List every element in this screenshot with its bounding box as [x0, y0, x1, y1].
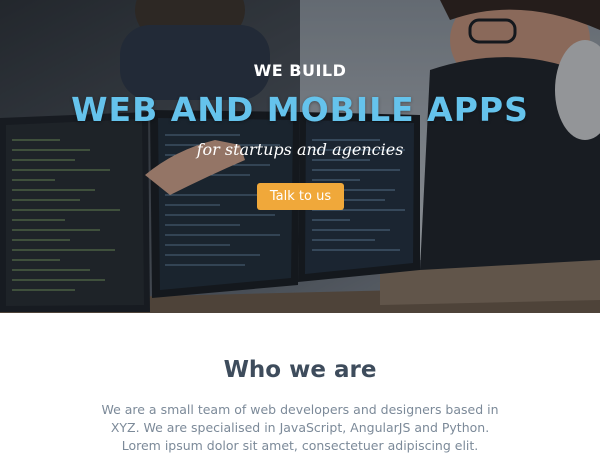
who-we-are-section: Who we are We are a small team of web de…: [0, 313, 600, 453]
hero-headline: WEB AND MOBILE APPS: [71, 90, 529, 129]
hero-content: WE BUILD WEB AND MOBILE APPS for startup…: [0, 0, 600, 313]
hero-section: WE BUILD WEB AND MOBILE APPS for startup…: [0, 0, 600, 313]
hero-tagline: for startups and agencies: [196, 140, 404, 159]
section-title: Who we are: [223, 357, 377, 383]
hero-eyebrow: WE BUILD: [253, 61, 347, 80]
talk-to-us-button[interactable]: Talk to us: [257, 183, 344, 210]
section-description: We are a small team of web developers an…: [101, 402, 499, 453]
